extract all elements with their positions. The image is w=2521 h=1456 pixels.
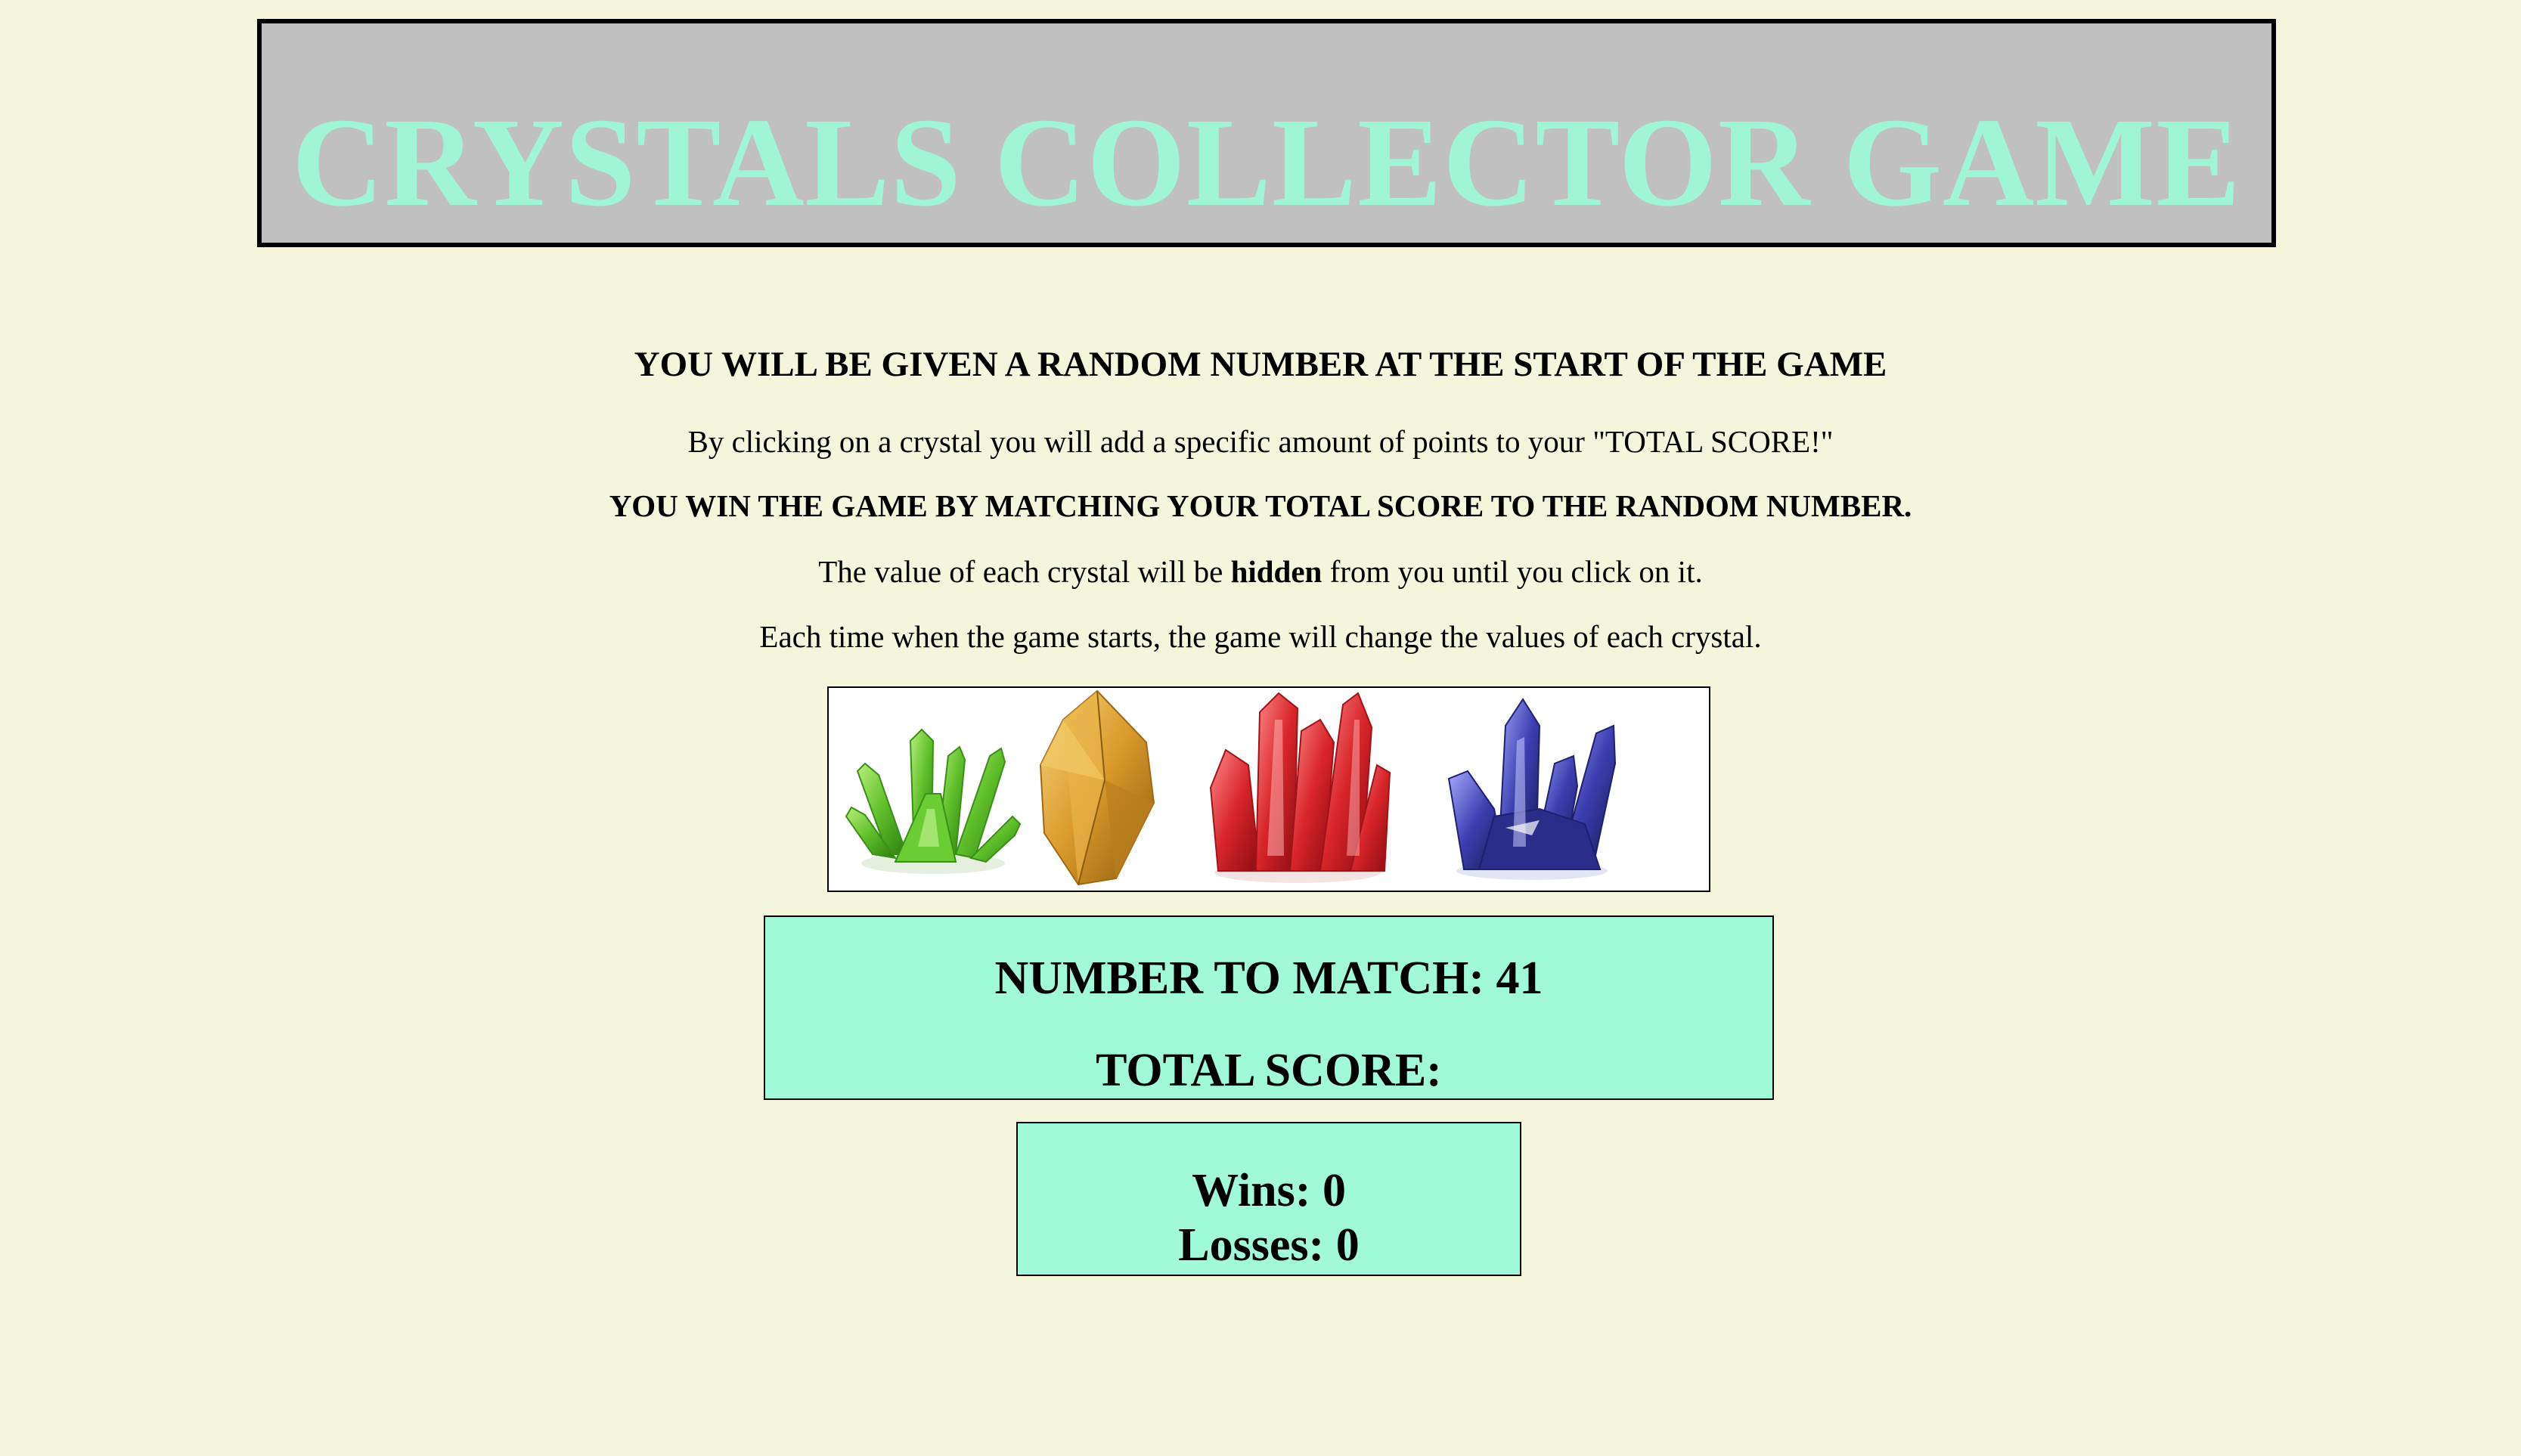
instruction-hidden-suffix: from you until you click on it. — [1322, 554, 1703, 589]
losses-counter: Losses: 0 — [1018, 1219, 1520, 1272]
instruction-heading: YOU WILL BE GIVEN A RANDOM NUMBER AT THE… — [634, 345, 1887, 384]
red-crystal-icon[interactable] — [1199, 689, 1396, 888]
instruction-change: Each time when the game starts, the game… — [759, 619, 1762, 654]
green-crystal-icon[interactable] — [842, 703, 1024, 877]
record-panel: Wins: 0 Losses: 0 — [1016, 1122, 1521, 1276]
wins-value: 0 — [1322, 1165, 1346, 1216]
number-to-match: NUMBER TO MATCH: 41 — [765, 952, 1772, 1005]
score-panel: NUMBER TO MATCH: 41 TOTAL SCORE: — [764, 915, 1774, 1100]
yellow-crystal-icon[interactable] — [1033, 689, 1161, 889]
blue-crystal-icon[interactable] — [1434, 695, 1630, 884]
crystal-panel — [827, 686, 1710, 892]
total-score-label: TOTAL SCORE: — [1096, 1045, 1442, 1096]
number-to-match-label: NUMBER TO MATCH: — [994, 953, 1496, 1004]
wins-label: Wins: — [1192, 1165, 1323, 1216]
number-to-match-value: 41 — [1496, 953, 1543, 1004]
instruction-win: YOU WIN THE GAME BY MATCHING YOUR TOTAL … — [609, 488, 1912, 523]
instruction-hidden-emphasis: hidden — [1230, 554, 1323, 589]
losses-value: 0 — [1335, 1219, 1360, 1271]
losses-label: Losses: — [1178, 1219, 1336, 1271]
instruction-hidden: The value of each crystal will be hidden… — [0, 553, 2521, 590]
total-score: TOTAL SCORE: — [765, 1044, 1772, 1098]
page-title: CRYSTALS COLLECTOR GAME — [291, 92, 2242, 233]
title-banner: CRYSTALS COLLECTOR GAME — [257, 19, 2276, 247]
instruction-click: By clicking on a crystal you will add a … — [687, 424, 1834, 459]
wins-counter: Wins: 0 — [1018, 1164, 1520, 1218]
instruction-hidden-prefix: The value of each crystal will be — [818, 554, 1231, 589]
